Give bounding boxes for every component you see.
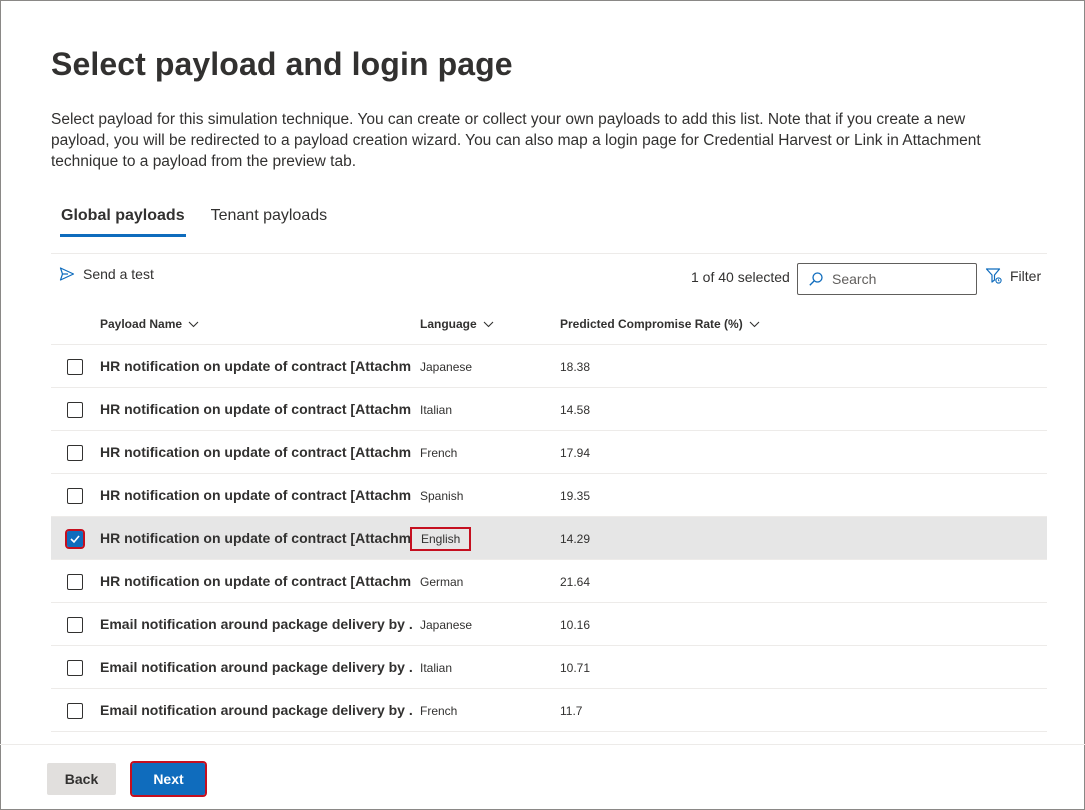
send-a-test-label: Send a test <box>83 266 154 282</box>
table-row[interactable]: Email notification around package delive… <box>51 603 1047 646</box>
column-header-predicted-compromise-rate[interactable]: Predicted Compromise Rate (%) <box>560 317 760 331</box>
footer-divider <box>0 744 1085 745</box>
chevron-down-icon <box>188 321 199 327</box>
payload-name-cell: Email notification around package delive… <box>100 616 412 632</box>
next-button[interactable]: Next <box>130 761 207 797</box>
search-input[interactable] <box>832 271 962 287</box>
page-description: Select payload for this simulation techn… <box>51 111 981 170</box>
compromise-rate-cell: 11.7 <box>560 704 583 718</box>
language-cell: German <box>420 575 464 589</box>
selection-count: 1 of 40 selected <box>691 269 790 285</box>
table-row[interactable]: Email notification around package delive… <box>51 689 1047 732</box>
row-checkbox[interactable] <box>67 574 83 590</box>
table-row[interactable]: HR notification on update of contract [A… <box>51 517 1047 560</box>
filter-label: Filter <box>1010 268 1042 284</box>
table-row[interactable]: HR notification on update of contract [A… <box>51 560 1047 603</box>
compromise-rate-cell: 14.58 <box>560 403 591 417</box>
row-checkbox[interactable] <box>67 703 83 719</box>
payload-name-cell: Email notification around package delive… <box>100 702 412 718</box>
compromise-rate-cell: 19.35 <box>560 489 591 503</box>
column-header-payload-name[interactable]: Payload Name <box>100 317 199 331</box>
compromise-rate-cell: 10.16 <box>560 618 591 632</box>
send-a-test-button[interactable]: Send a test <box>59 266 154 282</box>
tab-tenant-payloads[interactable]: Tenant payloads <box>201 199 338 237</box>
compromise-rate-cell: 17.94 <box>560 446 591 460</box>
payload-name-cell: HR notification on update of contract [A… <box>100 358 412 374</box>
row-checkbox[interactable] <box>67 617 83 633</box>
language-cell: Italian <box>420 403 453 417</box>
column-header-language[interactable]: Language <box>420 317 494 331</box>
row-checkbox[interactable] <box>67 445 83 461</box>
payload-tabs: Global payloads Tenant payloads <box>51 199 337 239</box>
tab-global-payloads[interactable]: Global payloads <box>51 199 195 237</box>
checkmark-icon <box>70 535 80 544</box>
language-cell: French <box>420 704 458 718</box>
chevron-down-icon <box>483 321 494 327</box>
table-row[interactable]: HR notification on update of contract [A… <box>51 388 1047 431</box>
payload-name-cell: HR notification on update of contract [A… <box>100 573 412 589</box>
back-button[interactable]: Back <box>47 763 116 795</box>
filter-button[interactable]: Filter <box>985 267 1041 285</box>
table-body: HR notification on update of contract [A… <box>51 345 1047 732</box>
command-bar: Send a test 1 of 40 selected Filter <box>51 262 1047 296</box>
table-row[interactable]: HR notification on update of contract [A… <box>51 431 1047 474</box>
search-box[interactable] <box>797 263 977 295</box>
language-cell: Japanese <box>420 360 473 374</box>
table-header: Payload Name Language Predicted Compromi… <box>51 302 1047 345</box>
column-header-label: Predicted Compromise Rate (%) <box>560 317 743 331</box>
language-cell: English <box>410 527 472 551</box>
divider <box>51 253 1047 254</box>
chevron-down-icon <box>749 321 760 327</box>
row-checkbox[interactable] <box>67 660 83 676</box>
filter-icon <box>985 268 1002 284</box>
compromise-rate-cell: 10.71 <box>560 661 591 675</box>
language-cell: Japanese <box>420 618 473 632</box>
page-title: Select payload and login page <box>51 46 513 82</box>
row-checkbox[interactable] <box>67 402 83 418</box>
row-checkbox[interactable] <box>67 359 83 375</box>
language-cell: Spanish <box>420 489 464 503</box>
compromise-rate-cell: 21.64 <box>560 575 591 589</box>
table-row[interactable]: HR notification on update of contract [A… <box>51 474 1047 517</box>
table-row[interactable]: Email notification around package delive… <box>51 646 1047 689</box>
language-cell: Italian <box>420 661 453 675</box>
payload-name-cell: Email notification around package delive… <box>100 659 412 675</box>
compromise-rate-cell: 14.29 <box>560 532 591 546</box>
table-row[interactable]: HR notification on update of contract [A… <box>51 345 1047 388</box>
row-checkbox[interactable] <box>65 529 85 549</box>
column-header-label: Payload Name <box>100 317 183 331</box>
send-icon <box>59 267 75 281</box>
payload-table: Payload Name Language Predicted Compromi… <box>51 302 1047 732</box>
row-checkbox[interactable] <box>67 488 83 504</box>
payload-name-cell: HR notification on update of contract [A… <box>100 444 412 460</box>
payload-name-cell: HR notification on update of contract [A… <box>100 401 412 417</box>
payload-name-cell: HR notification on update of contract [A… <box>100 487 412 503</box>
payload-name-cell: HR notification on update of contract [A… <box>100 530 412 546</box>
compromise-rate-cell: 18.38 <box>560 360 591 374</box>
column-header-label: Language <box>420 317 477 331</box>
language-cell: French <box>420 446 458 460</box>
search-icon <box>809 272 823 286</box>
